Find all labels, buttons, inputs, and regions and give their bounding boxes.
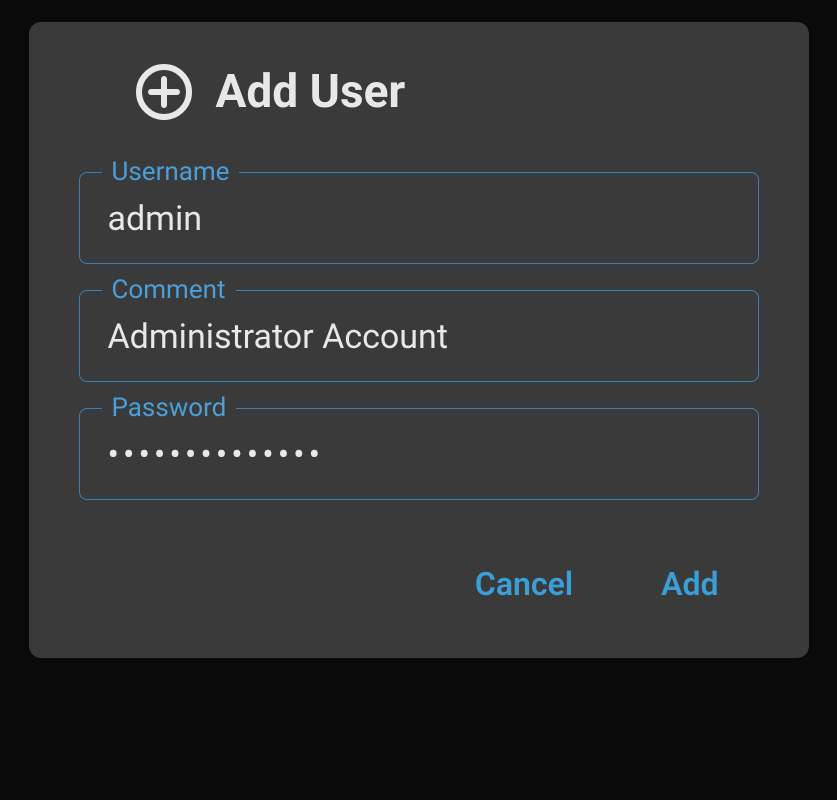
comment-label: Comment [102, 275, 236, 305]
comment-input[interactable] [108, 317, 730, 357]
username-input[interactable] [108, 199, 730, 239]
add-user-dialog: Add User Username Comment Password Cance… [29, 22, 809, 658]
username-label: Username [102, 157, 240, 187]
dialog-header: Add User [134, 62, 759, 122]
username-field-group: Username [79, 172, 759, 264]
add-circle-icon [134, 62, 194, 122]
dialog-title: Add User [216, 65, 406, 119]
add-button[interactable]: Add [651, 560, 728, 608]
comment-field-group: Comment [79, 290, 759, 382]
cancel-button[interactable]: Cancel [465, 560, 583, 608]
dialog-actions: Cancel Add [79, 560, 759, 608]
password-input[interactable] [108, 435, 730, 475]
password-label: Password [102, 393, 237, 423]
password-field-group: Password [79, 408, 759, 500]
